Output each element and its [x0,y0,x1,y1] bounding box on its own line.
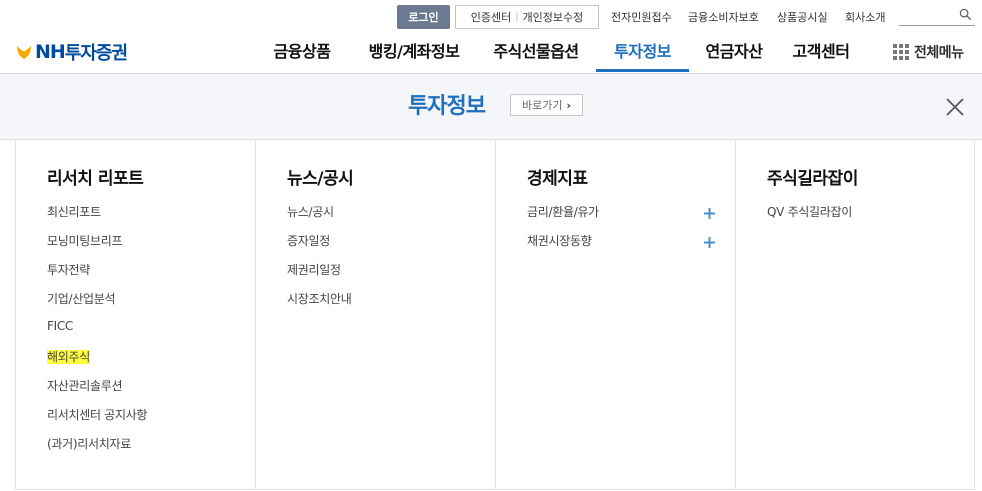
gnb-investment-info[interactable]: 투자정보 [596,38,689,72]
menu-list: 금리/환율/유가 채권시장동향 [527,203,599,261]
all-menu-button[interactable]: 전체메뉴 [893,42,964,62]
shortcut-label: 바로가기 [521,99,563,112]
menu-column-economic: 경제지표 금리/환율/유가 채권시장동향 [496,140,736,490]
menu-item-bond-market[interactable]: 채권시장동향 [527,232,599,261]
gnb-stock-futures-options[interactable]: 주식선물옵션 [482,38,590,72]
column-title: 경제지표 [527,169,588,189]
plus-icon[interactable] [704,237,715,248]
nh-logo-icon [17,46,31,59]
menu-item-rates-fx-oil[interactable]: 금리/환율/유가 [527,203,599,232]
utility-bar: 로그인 인증센터 | 개인정보수정 전자민원접수 금융소비자보호 상품공시실 회… [0,5,982,29]
highlighted-text: 해외주식 [47,350,90,364]
all-menu-label: 전체메뉴 [914,45,964,61]
menu-item-investment-strategy[interactable]: 투자전략 [47,261,147,290]
menu-item-latest-report[interactable]: 최신리포트 [47,203,147,232]
menu-item-market-measures[interactable]: 시장조치안내 [287,290,352,319]
menu-column-stock-guide: 주식길라잡이 QV 주식길라잡이 [736,140,974,490]
menu-item-company-industry[interactable]: 기업/산업분석 [47,290,147,319]
search-input[interactable] [899,7,955,27]
close-icon[interactable] [945,97,965,117]
menu-column-research: 리서치 리포트 최신리포트 모닝미팅브리프 투자전략 기업/산업분석 FICC … [16,140,256,490]
consumer-protection-link[interactable]: 금융소비자보호 [688,5,759,29]
grid-menu-icon [893,44,909,60]
gnb-financial-products[interactable]: 금융상품 [262,38,342,72]
cert-center-link[interactable]: 인증센터 [471,9,511,25]
product-disclosure-link[interactable]: 상품공시실 [777,5,828,29]
mega-menu: 리서치 리포트 최신리포트 모닝미팅브리프 투자전략 기업/산업분석 FICC … [15,140,975,490]
menu-column-news: 뉴스/공시 뉴스/공시 증자일정 제권리일정 시장조치안내 [256,140,496,490]
menu-item-rights-schedule[interactable]: 제권리일정 [287,261,351,290]
menu-item-capital-increase[interactable]: 증자일정 [287,232,351,261]
menu-item-research-notice[interactable]: 리서치센터 공지사항 [47,406,147,435]
company-intro-link[interactable]: 회사소개 [845,5,885,29]
menu-item-past-research[interactable]: (과거)리서치자료 [47,435,147,464]
gnb-customer-center[interactable]: 고객센터 [780,38,862,72]
menu-list: 최신리포트 모닝미팅브리프 투자전략 기업/산업분석 FICC 해외주식 자산관… [47,203,147,464]
menu-item-morning-meeting[interactable]: 모닝미팅브리프 [47,232,147,261]
column-title: 주식길라잡이 [767,169,858,189]
login-button[interactable]: 로그인 [397,5,450,29]
shortcut-button[interactable]: 바로가기 › [510,94,583,116]
privacy-edit-link[interactable]: 개인정보수정 [523,9,584,25]
nh-logo[interactable]: NH 투자증권 [14,38,128,66]
search-icon[interactable] [959,8,972,21]
menu-list: 뉴스/공시 증자일정 제권리일정 시장조치안내 [287,203,352,319]
divider: | [515,11,519,23]
chevron-right-icon: › [566,98,572,112]
section-title: 투자정보 [408,94,486,119]
menu-list: QV 주식길라잡이 [767,203,852,232]
e-complaint-link[interactable]: 전자민원접수 [611,5,672,29]
gnb-banking-account[interactable]: 뱅킹/계좌정보 [352,38,476,72]
menu-item-ficc[interactable]: FICC [47,319,147,348]
menu-item-wealth-solution[interactable]: 자산관리솔루션 [47,377,147,406]
menu-item-overseas-stocks[interactable]: 해외주식 [47,348,147,377]
column-title: 리서치 리포트 [47,169,144,189]
logo-text-name: 투자증권 [64,43,128,64]
menu-item-qv-stock-guide[interactable]: QV 주식길라잡이 [767,203,852,232]
plus-icon[interactable] [704,208,715,219]
menu-title-band: 투자정보 바로가기 › [0,74,982,140]
logo-text-nh: NH [35,41,66,63]
gnb-pension-assets[interactable]: 연금자산 [694,38,774,72]
search-box [899,5,975,27]
menu-item-news-disclosure[interactable]: 뉴스/공시 [287,203,351,232]
column-title: 뉴스/공시 [287,169,354,189]
cert-privacy-box: 인증센터 | 개인정보수정 [455,5,599,29]
